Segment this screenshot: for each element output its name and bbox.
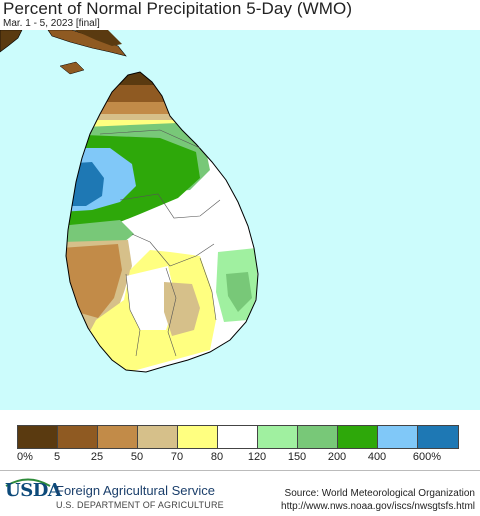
india-region-dark [0, 30, 23, 53]
legend-tick-label: 150 [287, 451, 307, 463]
legend-swatch [98, 426, 138, 448]
legend-swatch [258, 426, 298, 448]
agency-name: Foreign Agricultural Service [56, 483, 215, 498]
legend-tick-label: 0% [17, 451, 33, 463]
legend-tick-label: 50 [130, 451, 144, 463]
legend: 0% 5 25 50 70 80 120 150 200 400 600% [0, 410, 480, 470]
map-subtitle: Mar. 1 - 5, 2023 [final] [3, 18, 100, 29]
legend-swatch [418, 426, 458, 448]
legend-swatch [298, 426, 338, 448]
mannar-island [59, 61, 85, 75]
legend-color-bar [17, 425, 459, 449]
legend-tick-label: 80 [210, 451, 224, 463]
legend-swatch [338, 426, 378, 448]
legend-swatch [378, 426, 418, 448]
title-block: Percent of Normal Precipitation 5-Day (W… [0, 0, 480, 30]
legend-swatch [58, 426, 98, 448]
footer: USDA Foreign Agricultural Service U.S. D… [0, 470, 480, 516]
legend-tick-label: 5 [53, 451, 61, 463]
legend-swatch [218, 426, 258, 448]
department-name: U.S. DEPARTMENT OF AGRICULTURE [56, 500, 224, 510]
legend-tick-label: 120 [247, 451, 267, 463]
map-area [0, 30, 480, 410]
legend-swatch [138, 426, 178, 448]
sri-lanka-rainfall [66, 72, 258, 372]
legend-tick-label: 400 [367, 451, 387, 463]
legend-tick-label: 25 [90, 451, 104, 463]
precipitation-map [0, 30, 259, 373]
legend-tick-label: 600% [412, 451, 442, 463]
legend-swatch [18, 426, 58, 448]
india-landmass [0, 30, 127, 75]
legend-swatch [178, 426, 218, 448]
legend-tick-label: 70 [170, 451, 184, 463]
source-url[interactable]: http://www.nws.noaa.gov/iscs/nwsgtsfs.ht… [281, 501, 475, 512]
map-title: Percent of Normal Precipitation 5-Day (W… [3, 0, 353, 18]
usda-logo: USDA [5, 480, 62, 501]
source-credit: Source: World Meteorological Organizatio… [284, 488, 475, 499]
legend-tick-label: 200 [327, 451, 347, 463]
